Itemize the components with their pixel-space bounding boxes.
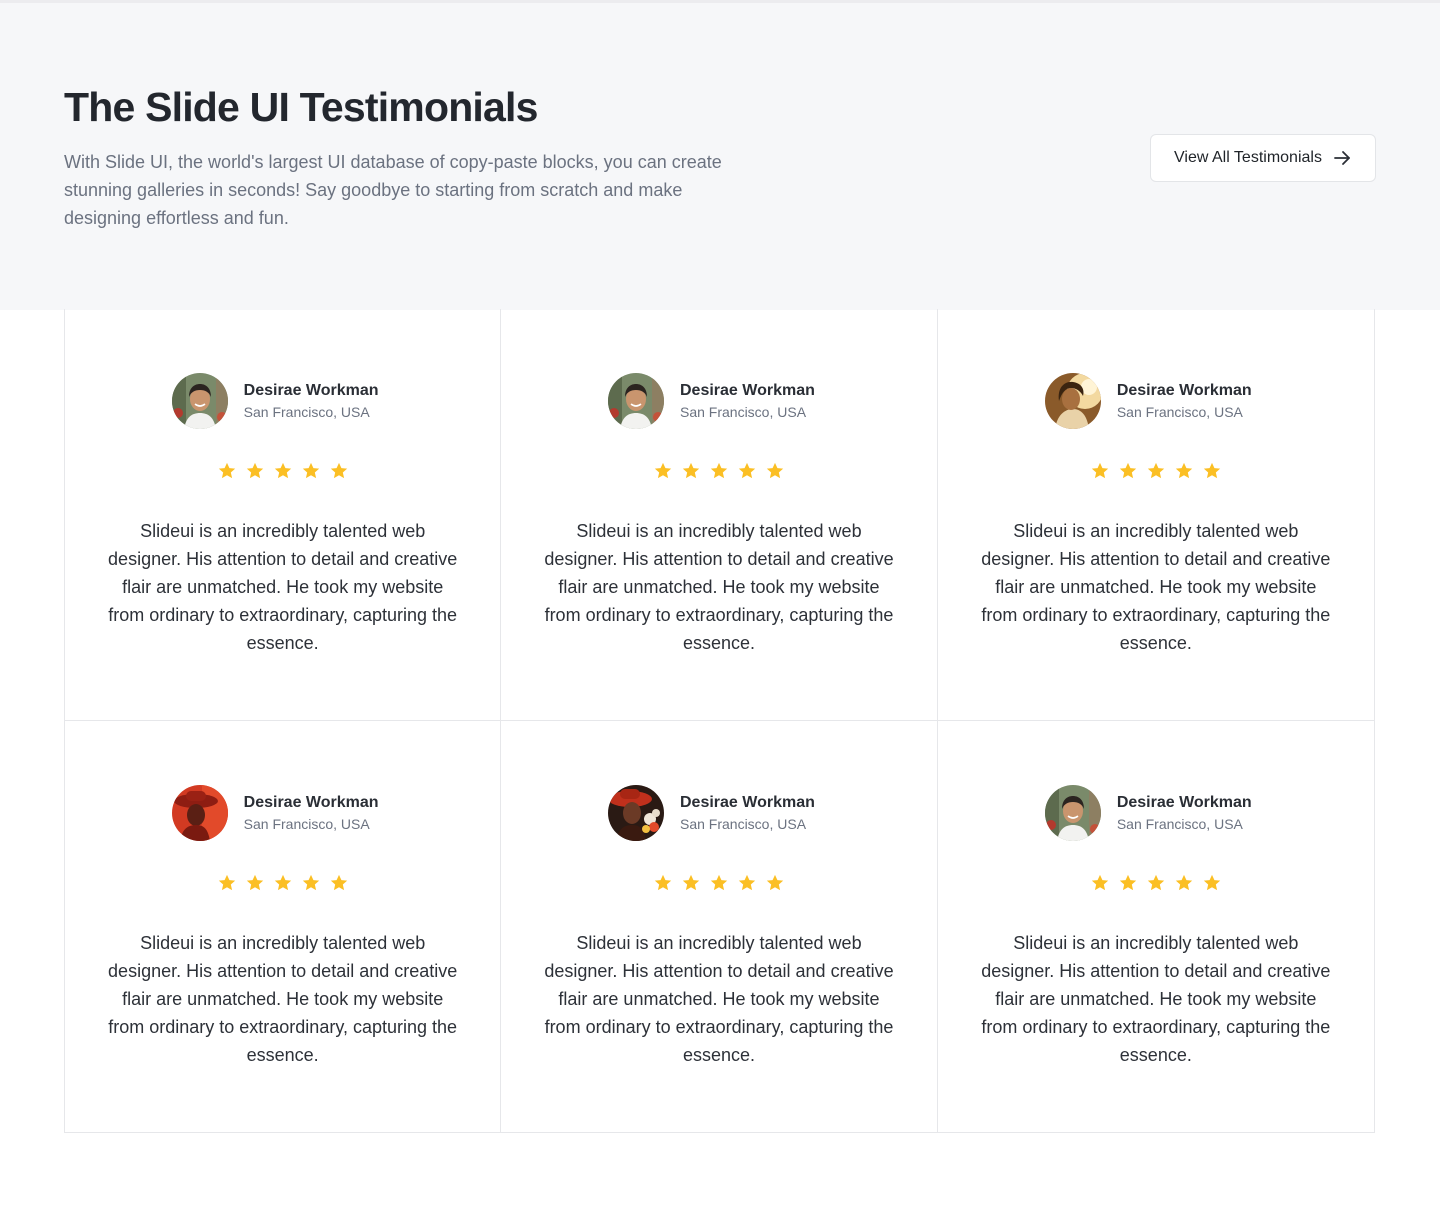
author-name: Desirae Workman <box>679 793 815 811</box>
star-icon <box>1147 462 1164 479</box>
testimonial-author: Desirae Workman San Francisco, USA <box>65 784 500 841</box>
star-icon <box>1175 874 1192 890</box>
testimonial-author: Desirae Workman San Francisco, USA <box>501 784 936 841</box>
author-location: San Francisco, USA <box>1116 815 1243 832</box>
star-rating <box>501 461 936 481</box>
avatar-woman-red-hat-flowers <box>607 784 664 841</box>
testimonial-quote: Slideui is an incredibly talented web de… <box>981 932 1331 1065</box>
star-icon <box>766 874 784 890</box>
author-location: San Francisco, USA <box>679 404 807 420</box>
star-rating <box>65 461 500 481</box>
star-rating <box>501 873 936 893</box>
testimonial-card: Desirae Workman San Francisco, USA Slide… <box>501 720 938 1132</box>
testimonial-quote: Slideui is an incredibly talented web de… <box>544 932 894 1065</box>
star-icon <box>302 462 319 479</box>
star-icon <box>710 874 728 890</box>
star-rating <box>938 873 1374 893</box>
page-description: With Slide UI, the world's largest UI da… <box>64 152 722 228</box>
star-icon <box>1203 462 1220 479</box>
author-name: Desirae Workman <box>1116 793 1252 811</box>
star-icon <box>302 874 319 890</box>
author-name: Desirae Workman <box>243 382 379 399</box>
view-all-testimonials-label: View All Testimonials <box>1174 149 1322 166</box>
avatar-smiling-person-outdoor <box>607 373 664 429</box>
author-name: Desirae Workman <box>679 382 815 399</box>
testimonial-author: Desirae Workman San Francisco, USA <box>65 373 500 429</box>
star-icon <box>1175 462 1192 479</box>
testimonials-header: The Slide UI Testimonials With Slide UI,… <box>0 0 1440 310</box>
testimonial-card: Desirae Workman San Francisco, USA Slide… <box>937 309 1374 721</box>
testimonial-card: Desirae Workman San Francisco, USA Slide… <box>65 309 502 721</box>
star-icon <box>654 462 672 479</box>
avatar-person-sunlight <box>1044 373 1101 429</box>
testimonial-card: Desirae Workman San Francisco, USA Slide… <box>501 309 938 721</box>
star-icon <box>738 874 756 890</box>
star-icon <box>1091 874 1108 890</box>
star-icon <box>246 462 263 479</box>
author-location: San Francisco, USA <box>243 815 370 832</box>
star-icon <box>218 462 235 479</box>
star-rating <box>65 873 500 893</box>
star-icon <box>682 462 700 479</box>
testimonial-quote: Slideui is an incredibly talented web de… <box>108 521 458 653</box>
avatar-smiling-person-outdoor <box>171 373 228 429</box>
testimonial-quote: Slideui is an incredibly talented web de… <box>544 521 894 653</box>
author-name: Desirae Workman <box>243 793 379 811</box>
testimonial-author: Desirae Workman San Francisco, USA <box>938 784 1374 841</box>
author-location: San Francisco, USA <box>243 404 370 420</box>
star-icon <box>1147 874 1164 890</box>
testimonial-author: Desirae Workman San Francisco, USA <box>938 373 1374 429</box>
author-name: Desirae Workman <box>1116 382 1252 399</box>
testimonial-card: Desirae Workman San Francisco, USA Slide… <box>938 721 1374 1133</box>
star-icon <box>218 874 235 890</box>
star-icon <box>654 874 672 890</box>
arrow-right-icon <box>1332 148 1352 168</box>
star-icon <box>738 462 756 479</box>
page-title: The Slide UI Testimonials <box>64 84 538 130</box>
star-icon <box>246 874 263 890</box>
testimonial-quote: Slideui is an incredibly talented web de… <box>108 932 458 1065</box>
testimonials-grid: Desirae Workman San Francisco, USA Slide… <box>64 309 1375 1133</box>
star-icon <box>330 462 347 479</box>
author-location: San Francisco, USA <box>1116 404 1243 420</box>
avatar-smiling-person-outdoor <box>1044 784 1101 841</box>
avatar-woman-red-hat <box>171 784 228 841</box>
star-icon <box>1091 462 1108 479</box>
star-icon <box>710 462 728 479</box>
star-icon <box>1203 874 1220 890</box>
star-icon <box>274 462 291 479</box>
star-icon <box>1119 874 1136 890</box>
testimonial-author: Desirae Workman San Francisco, USA <box>501 373 936 429</box>
view-all-testimonials-button[interactable]: View All Testimonials <box>1150 134 1376 182</box>
author-location: San Francisco, USA <box>679 815 807 832</box>
star-rating <box>938 461 1374 481</box>
testimonial-quote: Slideui is an incredibly talented web de… <box>981 521 1331 653</box>
star-icon <box>766 462 784 479</box>
star-icon <box>274 874 291 890</box>
testimonial-card: Desirae Workman San Francisco, USA Slide… <box>65 720 502 1132</box>
star-icon <box>1119 462 1136 479</box>
star-icon <box>330 874 347 890</box>
star-icon <box>682 874 700 890</box>
